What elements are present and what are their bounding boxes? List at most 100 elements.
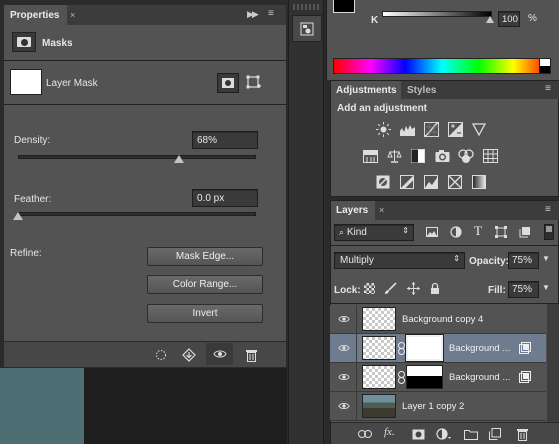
trash-icon[interactable] — [244, 347, 258, 363]
filter-adjustment-icon[interactable] — [449, 225, 463, 239]
pixel-mask-button[interactable] — [217, 73, 239, 93]
lock-all-icon[interactable] — [429, 281, 441, 295]
opacity-dropdown-icon[interactable]: ▼ — [542, 254, 550, 263]
fill-field[interactable]: 75% — [508, 281, 539, 298]
layer-thumbnail — [362, 394, 396, 418]
dock-grip[interactable] — [293, 4, 321, 10]
vector-mask-icon[interactable] — [244, 73, 264, 93]
tab-properties[interactable]: Properties — [4, 5, 67, 25]
threshold-icon[interactable] — [423, 174, 439, 190]
exposure-icon[interactable] — [447, 121, 463, 137]
invert-button[interactable]: Invert — [147, 304, 263, 323]
invert-adjustment-icon[interactable] — [375, 174, 391, 190]
channel-mixer-icon[interactable] — [458, 148, 474, 164]
blend-mode-select[interactable]: Multiply ⇕ — [334, 252, 465, 269]
mask-label: Layer Mask — [46, 78, 98, 89]
photo-filter-icon[interactable] — [434, 148, 450, 164]
color-lookup-icon[interactable] — [482, 148, 498, 164]
spectrum-bar[interactable] — [333, 58, 551, 74]
layer-mask-thumbnail[interactable] — [10, 69, 42, 95]
panel-menu-icon[interactable]: ≡ — [545, 204, 551, 215]
feather-label: Feather: — [14, 194, 52, 205]
divider — [331, 245, 559, 246]
color-panel: K 100 % — [326, 0, 559, 80]
new-adjustment-layer-icon[interactable] — [435, 427, 451, 441]
collapse-icon[interactable]: ▶▶ — [247, 9, 259, 20]
visibility-eye-icon[interactable] — [206, 343, 233, 365]
panel-menu-icon[interactable]: ≡ — [268, 8, 274, 19]
layers-scrollbar[interactable] — [547, 304, 559, 422]
layer-row[interactable]: Layer 1 copy 2 — [330, 392, 546, 421]
layer-mask-thumbnail[interactable] — [406, 365, 443, 389]
filter-toggle[interactable] — [544, 224, 554, 240]
vibrance-icon[interactable] — [471, 121, 487, 137]
tab-adjustments[interactable]: Adjustments — [331, 81, 401, 99]
delete-layer-icon[interactable] — [515, 426, 529, 442]
gradient-map-icon[interactable] — [471, 174, 487, 190]
tab-layers[interactable]: Layers — [331, 201, 375, 220]
layer-mask-thumbnail[interactable] — [405, 334, 444, 362]
layer-name[interactable]: Background ... — [449, 372, 510, 383]
selective-color-icon[interactable] — [447, 174, 463, 190]
properties-panel: Properties × ▶▶ ≡ Masks Layer Mask Densi… — [3, 4, 287, 368]
k-slider-gradient[interactable] — [382, 11, 492, 17]
load-selection-icon[interactable] — [154, 348, 168, 362]
mask-link-icon[interactable] — [397, 341, 405, 355]
mask-link-icon[interactable] — [397, 370, 405, 384]
filter-shape-icon[interactable] — [494, 225, 508, 239]
opacity-field[interactable]: 75% — [508, 252, 539, 269]
layer-row[interactable]: Background copy 4 — [330, 305, 546, 334]
lock-image-brush-icon[interactable] — [383, 281, 397, 295]
divider — [4, 104, 286, 105]
k-value-field[interactable]: 100 — [498, 11, 520, 27]
link-layers-icon[interactable] — [357, 427, 373, 441]
visibility-eye-icon[interactable] — [338, 313, 350, 325]
color-balance-icon[interactable] — [386, 148, 402, 164]
filter-smart-object-icon[interactable] — [518, 225, 532, 239]
density-slider-handle[interactable] — [174, 155, 184, 163]
layer-row[interactable]: Background ... — [330, 363, 546, 392]
close-tab-icon[interactable]: × — [379, 205, 384, 215]
color-range-button[interactable]: Color Range... — [147, 275, 263, 294]
apply-mask-icon[interactable] — [181, 347, 197, 363]
layer-style-fx-icon[interactable]: fx. — [384, 426, 395, 438]
close-tab-icon[interactable]: × — [70, 10, 75, 20]
foreground-swatch[interactable] — [333, 0, 355, 13]
filter-pixel-icon[interactable] — [425, 225, 439, 239]
layer-row[interactable]: Background ... — [330, 334, 546, 363]
layer-name[interactable]: Background copy 4 — [402, 314, 483, 325]
spectrum-bw[interactable] — [539, 58, 551, 74]
filter-kind-select[interactable]: ⌕ Kind ⇕ — [334, 224, 414, 241]
hue-saturation-icon[interactable] — [362, 148, 378, 164]
panel-menu-icon[interactable]: ≡ — [545, 83, 551, 94]
density-slider-track[interactable] — [18, 155, 256, 159]
filter-kind-label: Kind — [346, 227, 367, 238]
mask-edge-button[interactable]: Mask Edge... — [147, 247, 263, 266]
new-group-icon[interactable] — [463, 427, 479, 441]
curves-icon[interactable] — [423, 121, 439, 137]
fill-dropdown-icon[interactable]: ▼ — [542, 283, 550, 292]
new-layer-icon[interactable] — [488, 427, 502, 441]
feather-field[interactable]: 0.0 px — [192, 189, 258, 207]
visibility-eye-icon[interactable] — [338, 342, 350, 354]
feather-slider-handle[interactable] — [13, 212, 23, 220]
feather-slider-track[interactable] — [18, 212, 256, 216]
visibility-eye-icon[interactable] — [338, 400, 350, 412]
eye-divider — [356, 363, 357, 392]
tab-styles[interactable]: Styles — [407, 85, 436, 96]
visibility-eye-icon[interactable] — [338, 371, 350, 383]
k-slider-handle[interactable] — [486, 16, 494, 23]
layer-name[interactable]: Background ... — [449, 343, 510, 354]
properties-panel-icon[interactable] — [292, 15, 322, 42]
brightness-icon[interactable] — [375, 121, 391, 137]
density-field[interactable]: 68% — [192, 131, 258, 149]
black-white-icon[interactable] — [410, 148, 426, 164]
posterize-icon[interactable] — [399, 174, 415, 190]
lock-position-icon[interactable] — [406, 281, 420, 295]
layer-name[interactable]: Layer 1 copy 2 — [402, 401, 464, 412]
add-mask-icon[interactable] — [411, 427, 425, 441]
levels-icon[interactable] — [399, 121, 415, 137]
lock-transparent-icon[interactable] — [364, 283, 375, 294]
filter-type-icon[interactable]: T — [474, 223, 482, 239]
density-label: Density: — [14, 135, 51, 146]
